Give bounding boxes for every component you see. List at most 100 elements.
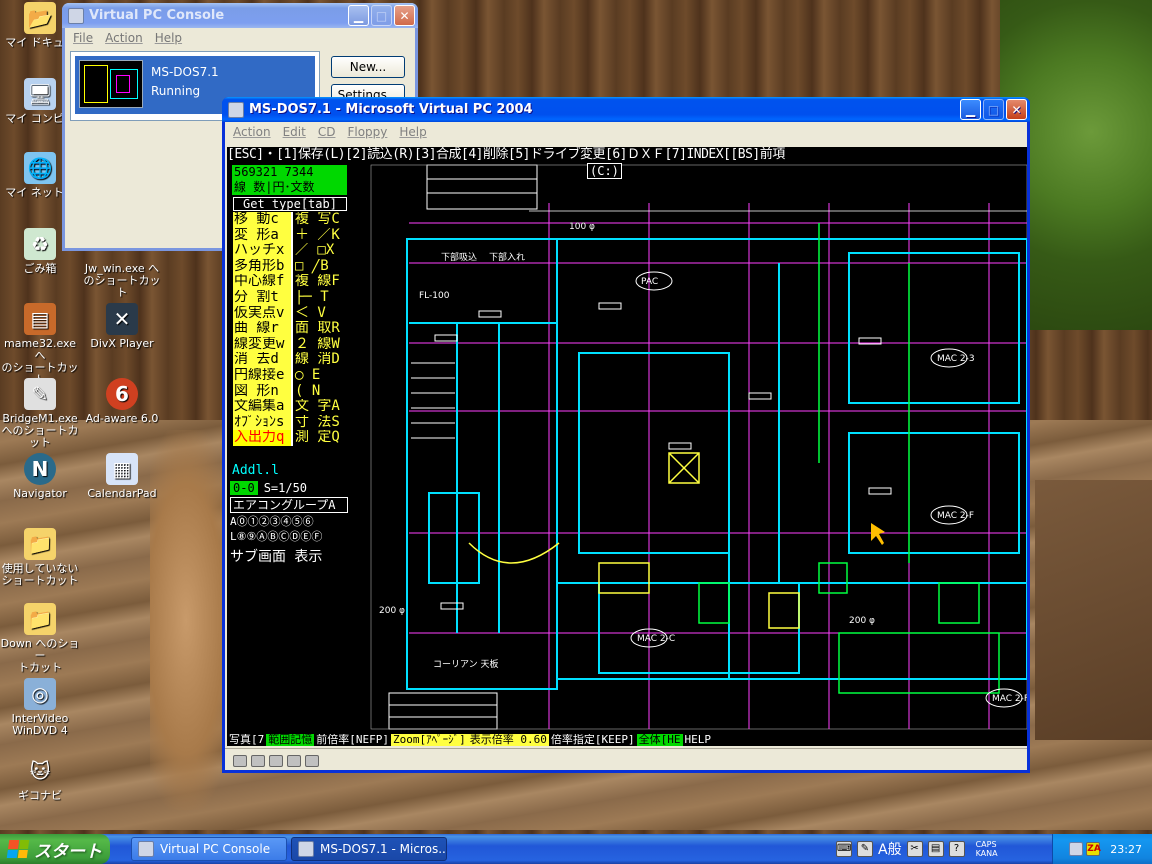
cad-label: 200 φ [849, 616, 875, 626]
command-offset[interactable]: 複 線F [291, 274, 347, 290]
command-row: 消 去d 線 消D [233, 352, 347, 368]
command-circle[interactable]: ◯ E [291, 367, 347, 384]
command-divide[interactable]: 分 割t [233, 289, 291, 306]
command-transform[interactable]: 変 形a [233, 227, 291, 244]
menu-floppy[interactable]: Floppy [341, 125, 393, 139]
guest-titlebar[interactable]: MS-DOS7.1 - Microsoft Virtual PC 2004 ▁ … [222, 97, 1030, 122]
command-centerline[interactable]: 中心線f [233, 274, 291, 290]
ime-icon[interactable]: ✎ [857, 841, 873, 857]
desktop-icon-giko-navi[interactable]: 🐱 ギコナビ [0, 755, 80, 802]
console-titlebar[interactable]: Virtual PC Console ▁ □ ✕ [62, 3, 418, 28]
command-chamfer[interactable]: 面 取R [291, 321, 347, 337]
virtual-pc-app-icon [298, 841, 314, 857]
input-mode[interactable]: A般 [878, 839, 902, 859]
status-help[interactable]: HELP [682, 734, 713, 746]
minimize-button[interactable]: ▁ [960, 99, 981, 120]
close-button[interactable]: ✕ [394, 5, 415, 26]
cd-icon[interactable] [251, 754, 265, 767]
guest-screen[interactable]: [ESC]・[1]保存(L)[2]読込(R)[3]合成[4]削除[5]ドライブ変… [227, 147, 1027, 746]
menu-file[interactable]: File [67, 31, 99, 45]
desktop-icon-down-shortcut[interactable]: 📁 Down へのショー トカット [0, 603, 80, 674]
command-line-erase[interactable]: 線 消D [291, 352, 347, 368]
command-row: 図 形n ( N [233, 383, 347, 400]
desktop-icon-windvd[interactable]: ◎ InterVideo WinDVD 4 [0, 678, 80, 737]
desktop-icon-calendarpad[interactable]: ▦ CalendarPad [82, 453, 162, 500]
status-photo[interactable]: 写真[7 [227, 734, 267, 746]
floppy-icon[interactable] [269, 754, 283, 767]
dictionary-icon[interactable]: ▤ [927, 841, 944, 857]
layer-buttons-a[interactable]: A⓪①②③④⑤⑥ [230, 515, 348, 529]
taskbar-item-console[interactable]: Virtual PC Console [131, 837, 287, 861]
command-row: 曲 線r 面 取R [233, 321, 347, 337]
command-option[interactable]: ｵﾌﾟｼｮﾝs [233, 414, 291, 431]
minimize-button[interactable]: ▁ [348, 5, 369, 26]
command-figure[interactable]: 図 形n [233, 383, 291, 400]
command-arc[interactable]: ( N [291, 383, 347, 400]
command-text-edit[interactable]: 文編集a [233, 399, 291, 415]
desktop-icon-ad-aware[interactable]: 6 Ad-aware 6.0 [82, 378, 162, 425]
command-hatch[interactable]: ハッチx [233, 243, 291, 259]
command-row: ｵﾌﾟｼｮﾝs 寸 法S [233, 414, 347, 431]
status-zoom[interactable]: Zoom[ｱﾍﾟｰｼﾞ] [391, 734, 468, 746]
desktop-icon-bridgem1[interactable]: ✎ BridgeM1.exe へのショートカット [0, 378, 80, 449]
desktop-icon-unused-shortcuts[interactable]: 📁 使用していない ショートカット [0, 528, 80, 587]
close-button[interactable]: ✕ [1006, 99, 1027, 120]
layer-group-name[interactable]: エアコングループA [230, 497, 348, 513]
caps-kana-indicator: CAPS KANA [975, 840, 998, 858]
desktop-icon-mame32[interactable]: ▤ mame32.exe へ のショートカット [0, 303, 80, 386]
command-move[interactable]: 移 動c [233, 212, 291, 228]
menu-action[interactable]: Action [227, 125, 277, 139]
command-tee[interactable]: ├─ T [291, 289, 347, 306]
command-rect[interactable]: ／ □X [291, 243, 347, 259]
status-scale-spec[interactable]: 倍率指定[KEEP] [548, 734, 637, 746]
command-circle-tangent[interactable]: 円線接e [233, 367, 291, 384]
menu-action[interactable]: Action [99, 31, 149, 45]
command-text[interactable]: 文 字A [291, 399, 347, 415]
command-box[interactable]: □ ╱B [291, 258, 347, 275]
command-line-change[interactable]: 線変更w [233, 336, 291, 353]
new-vm-button[interactable]: New... [331, 56, 405, 78]
command-erase[interactable]: 消 去d [233, 352, 291, 368]
command-angle[interactable]: ＜ V [291, 305, 347, 322]
menu-cd[interactable]: CD [312, 125, 342, 139]
command-temp-point[interactable]: 仮実点v [233, 305, 291, 322]
command-dimension[interactable]: 寸 法S [291, 414, 347, 431]
menu-edit[interactable]: Edit [277, 125, 312, 139]
shared-folder-icon[interactable] [287, 754, 301, 767]
cad-label: コーリアン 天板 [433, 658, 499, 670]
ime-pad-icon[interactable]: ✂ [906, 841, 923, 857]
command-curve[interactable]: 曲 線r [233, 321, 291, 337]
network-icon: 🌐 [24, 152, 56, 184]
command-double-line[interactable]: ２ 線W [291, 336, 347, 353]
taskbar-item-guest[interactable]: MS-DOS7.1 - Micros... [291, 837, 447, 861]
recycle-bin-icon: ♻ [24, 228, 56, 260]
menu-help[interactable]: Help [149, 31, 188, 45]
start-button[interactable]: スタート [0, 834, 110, 864]
status-prev-zoom[interactable]: 前倍率[NEFP] [314, 734, 391, 746]
command-polygon[interactable]: 多角形b [233, 258, 291, 275]
keyboard-icon[interactable]: ⌨ [836, 841, 852, 857]
command-copy[interactable]: 複 写C [291, 212, 347, 228]
cad-file-command-bar[interactable]: [ESC]・[1]保存(L)[2]読込(R)[3]合成[4]削除[5]ドライブ変… [227, 147, 1027, 163]
virtual-pc-tray-icon[interactable] [1069, 842, 1084, 856]
hard-disk-icon[interactable] [233, 754, 247, 767]
zonealarm-icon[interactable]: ZA [1086, 842, 1101, 856]
menu-help[interactable]: Help [393, 125, 432, 139]
layer-scale-row[interactable]: 0-0 S=1/50 [230, 481, 348, 495]
sub-screen-toggle[interactable]: サブ画面 表示 [230, 546, 322, 566]
cad-drawing-area[interactable]: 下部吸込 下部入れ PAC MAC 2-3 MAC 2-F MAC 2-C MA… [349, 163, 1027, 733]
command-io[interactable]: 入出力q [233, 430, 291, 446]
command-cross[interactable]: ＋ ／K [291, 227, 347, 244]
layer-buttons-l[interactable]: L⑧⑨ⒶⒷⒸⒹⒺⒻ [230, 530, 348, 544]
get-type-button[interactable]: Get type[tab] [233, 197, 347, 211]
command-measure[interactable]: 測 定Q [291, 430, 347, 446]
network-adapter-icon[interactable] [305, 754, 319, 767]
giko-cat-icon: 🐱 [29, 759, 51, 783]
desktop-icon-navigator[interactable]: N Navigator [0, 453, 80, 500]
ime-help-icon[interactable]: ? [948, 841, 965, 857]
status-all[interactable]: 全体[HE [636, 734, 683, 746]
status-range-memory[interactable]: 範囲記憶 [266, 734, 315, 746]
desktop-icon-divx-player[interactable]: ✕ DivX Player [82, 303, 162, 350]
clock[interactable]: 23:27 [1110, 843, 1142, 856]
cad-label: 下部入れ [489, 251, 525, 263]
